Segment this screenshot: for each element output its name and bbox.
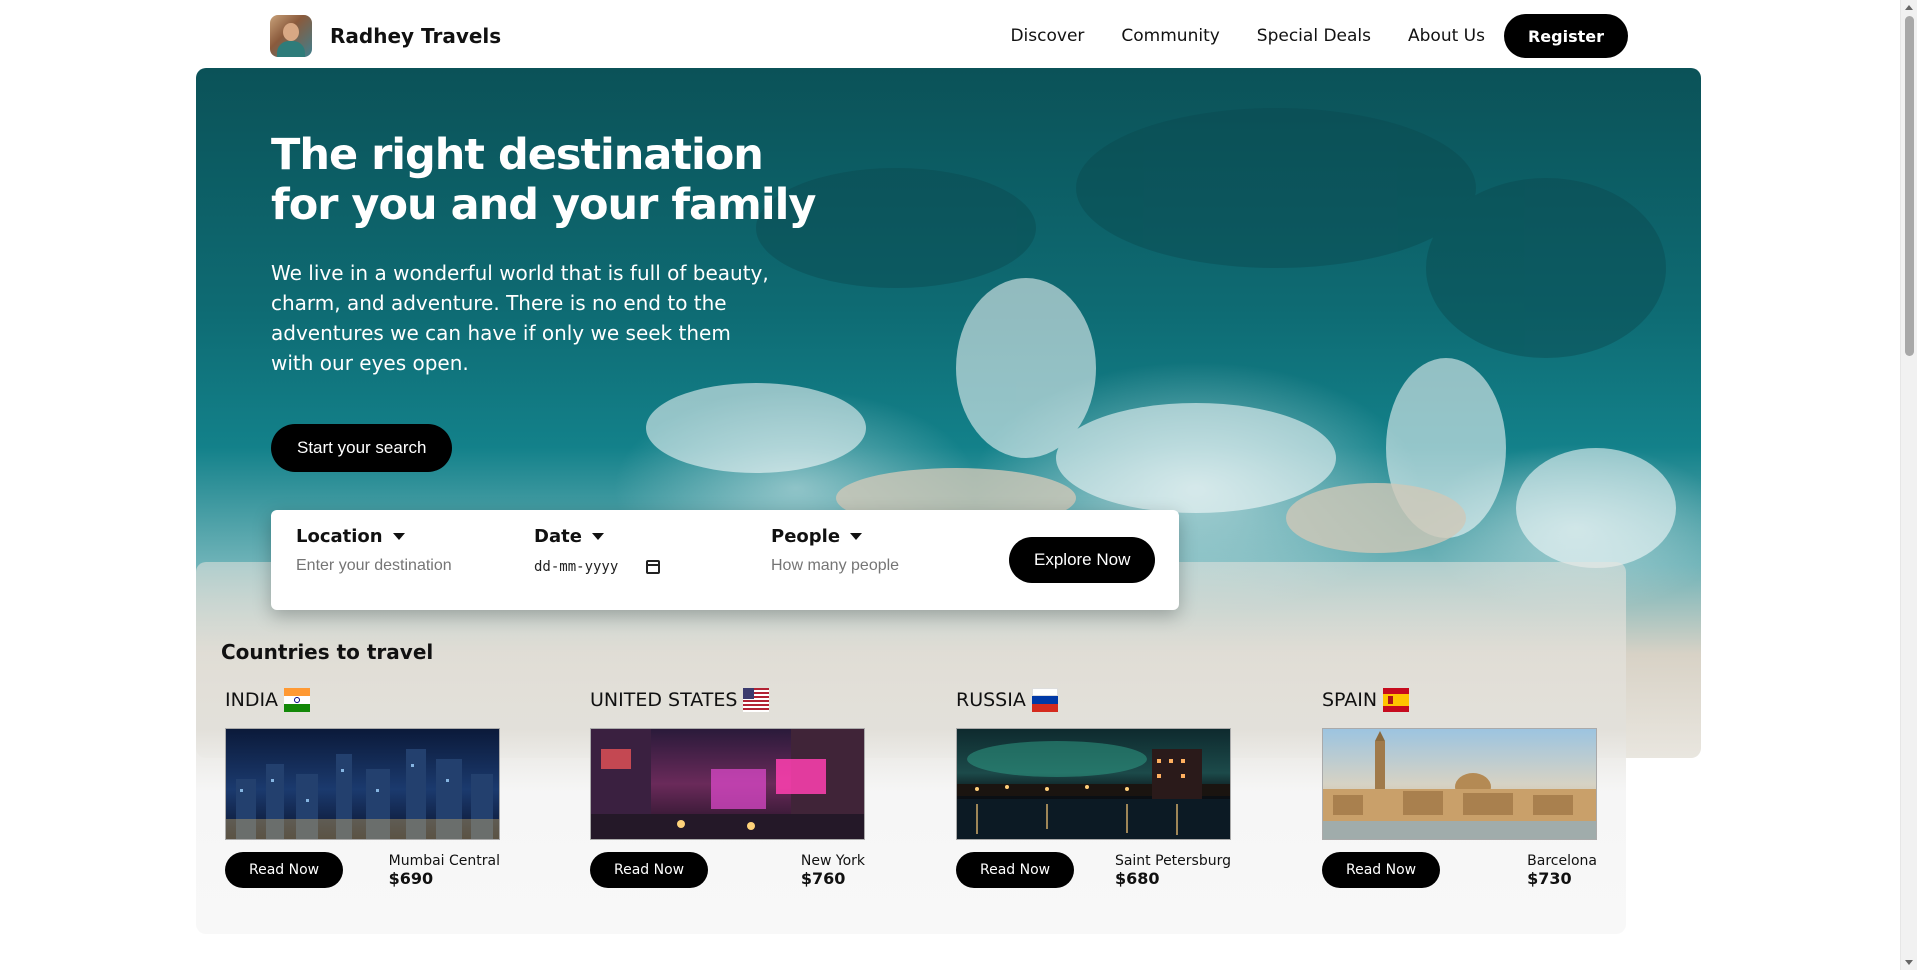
india-flag-icon <box>284 688 311 712</box>
explore-now-button[interactable]: Explore Now <box>1009 537 1156 583</box>
scrollbar-thumb[interactable] <box>1905 16 1914 356</box>
people-dropdown[interactable]: People <box>771 526 971 547</box>
us-flag-icon <box>743 688 770 712</box>
nav-special-deals[interactable]: Special Deals <box>1257 26 1371 46</box>
country-name: INDIA <box>225 689 279 711</box>
page-scrollbar[interactable] <box>1900 0 1917 970</box>
city-name: Mumbai Central <box>388 852 500 869</box>
countries-section: Countries to travel INDIA Read Now Mumba… <box>196 562 1626 934</box>
read-now-button[interactable]: Read Now <box>1322 852 1441 888</box>
country-card-russia: RUSSIA Read Now Saint Petersburg $680 <box>956 686 1231 888</box>
saint-petersburg-photo[interactable] <box>956 728 1231 840</box>
read-now-button[interactable]: Read Now <box>956 852 1075 888</box>
brand-name: Radhey Travels <box>330 24 502 48</box>
price: $730 <box>1527 868 1572 888</box>
date-field: Date dd-mm-yyyy <box>534 526 661 575</box>
caret-down-icon <box>850 533 863 540</box>
country-card-spain: SPAIN Read Now Barcelona $730 <box>1322 686 1597 888</box>
logo[interactable]: Radhey Travels <box>270 15 501 57</box>
register-button[interactable]: Register <box>1503 14 1628 58</box>
location-input[interactable] <box>296 557 496 575</box>
start-search-button[interactable]: Start your search <box>271 424 453 472</box>
date-placeholder: dd-mm-yyyy <box>534 559 619 575</box>
main-nav: Discover Community Special Deals About U… <box>1010 14 1628 58</box>
price: $760 <box>800 868 846 888</box>
page: Radhey Travels Discover Community Specia… <box>0 0 1917 970</box>
date-input[interactable]: dd-mm-yyyy <box>534 559 661 575</box>
nav-community[interactable]: Community <box>1121 26 1219 46</box>
city-name: New York <box>800 852 865 869</box>
date-dropdown[interactable]: Date <box>534 526 660 547</box>
price: $680 <box>1114 868 1160 888</box>
new-york-photo[interactable] <box>590 728 865 840</box>
spain-flag-icon <box>1383 688 1410 712</box>
country-name: SPAIN <box>1322 689 1378 711</box>
read-now-button[interactable]: Read Now <box>590 852 709 888</box>
price: $690 <box>388 868 434 888</box>
country-name: RUSSIA <box>956 689 1026 711</box>
country-card-india: INDIA Read Now Mumbai Central $690 <box>225 686 500 888</box>
caret-down-icon <box>392 533 405 540</box>
site-header: Radhey Travels Discover Community Specia… <box>270 12 1628 60</box>
nav-discover[interactable]: Discover <box>1010 26 1084 46</box>
location-field: Location <box>296 526 496 575</box>
people-field: People <box>771 526 971 575</box>
country-name: UNITED STATES <box>590 689 738 711</box>
people-label: People <box>771 526 841 547</box>
search-panel: Location Date dd-mm-yyyy People Explore … <box>271 510 1179 610</box>
read-now-button[interactable]: Read Now <box>225 852 344 888</box>
location-dropdown[interactable]: Location <box>296 526 496 547</box>
avatar <box>270 15 312 57</box>
scroll-down-icon[interactable] <box>1905 960 1913 965</box>
date-label: Date <box>534 526 582 547</box>
city-name: Saint Petersburg <box>1114 852 1231 869</box>
nav-about-us[interactable]: About Us <box>1408 26 1485 46</box>
hero-description: We live in a wonderful world that is ful… <box>271 261 769 375</box>
countries-title: Countries to travel <box>221 640 434 664</box>
location-label: Location <box>296 526 383 547</box>
scroll-up-icon[interactable] <box>1905 5 1913 10</box>
caret-down-icon <box>591 533 604 540</box>
people-input[interactable] <box>771 557 971 575</box>
country-card-united-states: UNITED STATES Read Now New York $760 <box>590 686 865 888</box>
hero-title: The right destination for you and your f… <box>271 130 816 230</box>
india-city-photo[interactable] <box>225 728 500 840</box>
russia-flag-icon <box>1031 688 1058 712</box>
barcelona-photo[interactable] <box>1322 728 1597 840</box>
calendar-icon[interactable] <box>646 560 661 574</box>
city-name: Barcelona <box>1527 852 1597 869</box>
